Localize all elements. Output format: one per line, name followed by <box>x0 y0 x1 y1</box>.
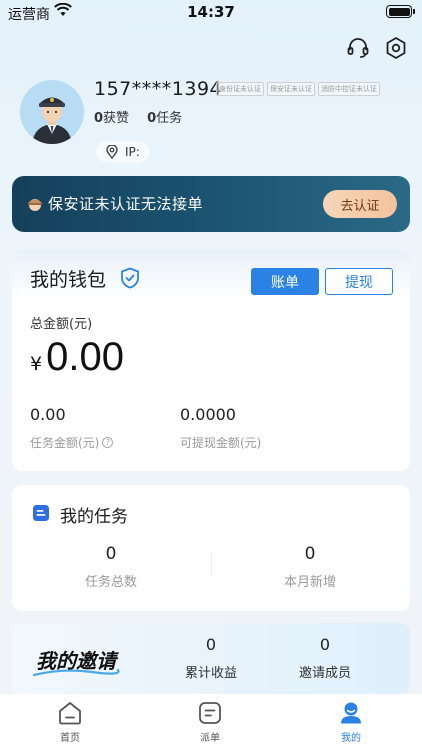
tab-home-label: 首页 <box>60 733 80 744</box>
tasks-stat: 0任务 <box>147 107 182 126</box>
tab-dispatch[interactable]: 派单 <box>170 700 250 744</box>
task-amount-value: 0.00 <box>30 405 66 424</box>
total-amount-value: 0.00 <box>46 335 124 379</box>
divider <box>211 552 212 576</box>
certification-banner[interactable]: 保安证未认证无法接单 去认证 <box>12 176 410 232</box>
security-cert-tag[interactable]: 保安证未认证 <box>267 82 315 96</box>
invite-swoosh-decoration <box>32 668 120 677</box>
task-amount-label: 任务金额(元) <box>30 436 100 450</box>
tasks-label: 任务 <box>156 111 183 126</box>
bill-button[interactable]: 账单 <box>251 268 319 295</box>
task-amount-row: 任务金额(元) ? <box>30 434 114 451</box>
tab-home[interactable]: 首页 <box>30 700 110 744</box>
tab-dispatch-label: 派单 <box>200 733 220 744</box>
tasks-card: 我的任务 0 任务总数 0 本月新增 <box>12 485 410 611</box>
settings-icon[interactable] <box>384 36 408 60</box>
profile-icon <box>341 702 361 724</box>
tasks-month-new-value: 0 <box>304 544 316 564</box>
profile-section: 157****1394 身份证未认证 保安证未认证 消防中控证未认证 0获赞 0… <box>20 78 410 170</box>
tasks-total-label: 任务总数 <box>84 575 137 590</box>
invite-members-label: 邀请成员 <box>298 666 351 681</box>
home-icon <box>59 702 81 725</box>
avatar[interactable] <box>20 80 84 144</box>
tasks-count: 0 <box>147 111 157 126</box>
dispatch-icon <box>199 702 221 724</box>
invite-members-value: 0 <box>319 635 331 654</box>
wallet-title: 我的钱包 <box>30 269 107 291</box>
shield-check-icon <box>121 267 139 289</box>
tab-profile[interactable]: 我的 <box>311 700 391 744</box>
currency-symbol: ¥ <box>30 353 43 375</box>
ip-label: IP: <box>125 145 140 159</box>
banner-text: 保安证未认证无法接单 <box>48 195 204 213</box>
clock: 14:37 <box>187 3 235 21</box>
location-icon <box>106 145 118 159</box>
tasks-total-value: 0 <box>105 544 117 564</box>
total-amount-label: 总金额(元) <box>30 317 93 332</box>
withdraw-button[interactable]: 提现 <box>325 268 393 295</box>
profile-stats: 0获赞 0任务 <box>94 107 182 126</box>
invite-earnings-label: 累计收益 <box>184 666 237 681</box>
id-card-tag[interactable]: 身份证未认证 <box>216 82 264 96</box>
bottom-tab-bar: 首页 派单 我的 <box>0 694 422 750</box>
tab-profile-label: 我的 <box>341 733 361 744</box>
headset-icon[interactable] <box>346 36 370 60</box>
ip-badge: IP: <box>96 141 150 163</box>
tasks-title: 我的任务 <box>60 507 128 527</box>
guard-avatar-icon <box>20 80 84 144</box>
likes-count: 0 <box>94 111 104 126</box>
withdrawable-amount-value: 0.0000 <box>180 405 236 424</box>
task-list-icon <box>33 505 49 521</box>
invite-earnings-value: 0 <box>205 635 217 654</box>
battery-icon <box>386 5 415 18</box>
likes-stat: 0获赞 <box>94 107 129 126</box>
likes-label: 获赞 <box>103 111 130 126</box>
phone-number: 157****1394 <box>94 78 223 100</box>
fire-control-cert-tag[interactable]: 消防中控证未认证 <box>318 82 380 96</box>
go-certify-button[interactable]: 去认证 <box>323 190 397 218</box>
guard-head-icon <box>28 199 42 211</box>
top-actions <box>346 36 408 60</box>
verification-tags: 身份证未认证 保安证未认证 消防中控证未认证 <box>216 82 380 96</box>
help-icon[interactable]: ? <box>102 437 114 448</box>
wallet-card: 我的钱包 账单 提现 总金额(元) ¥ 0.00 0.00 任务金额(元) ? … <box>12 249 410 471</box>
status-bar: 运营商 14:37 <box>0 0 422 26</box>
invite-card[interactable]: 我的邀请 0 累计收益 0 邀请成员 <box>12 623 410 695</box>
withdrawable-amount-label: 可提现金额(元) <box>180 436 262 450</box>
tasks-month-new-label: 本月新增 <box>283 575 336 590</box>
total-amount: ¥ 0.00 <box>30 335 124 380</box>
